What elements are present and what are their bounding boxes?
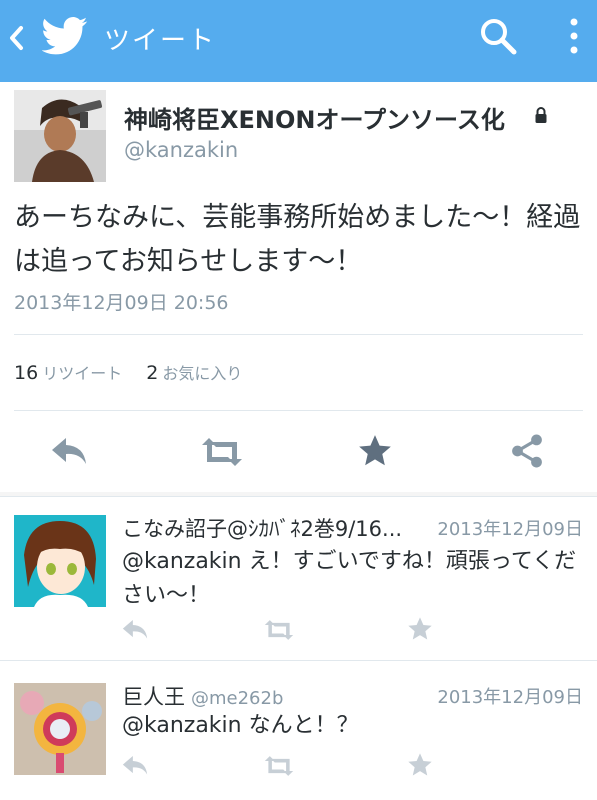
tweet-timestamp: 2013年12月09日 20:56	[14, 292, 229, 314]
reply-date: 2013年12月09日	[437, 519, 583, 540]
author-handle[interactable]: @kanzakin	[124, 138, 238, 162]
divider	[14, 410, 583, 411]
reply-author-name[interactable]: こなみ詔子@ｼｶﾊﾞﾈ2巻9/16...	[122, 513, 402, 543]
retweet-count[interactable]: 16	[14, 362, 38, 384]
reply-author-name-line: 巨人王 @me262b	[122, 681, 283, 711]
favorite-label[interactable]: お気に入り	[162, 364, 242, 383]
reply-icon[interactable]	[48, 434, 90, 470]
tweet-detail: 神崎将臣XENONオープンソース化 @kanzakin あーちなみに、芸能事務所…	[0, 82, 597, 492]
retweet-icon[interactable]	[198, 434, 246, 470]
page-title: ツイート	[104, 26, 217, 56]
reply-text: @kanzakin え！すごいですね！頑張ってください〜！	[122, 549, 577, 608]
author-name[interactable]: 神崎将臣XENONオープンソース化	[124, 100, 505, 135]
reply-tweet[interactable]: こなみ詔子@ｼｶﾊﾞﾈ2巻9/16... 2013年12月09日 @kanzak…	[0, 496, 597, 660]
twitter-bird-icon[interactable]	[42, 16, 88, 56]
reply-author-handle[interactable]: @me262b	[191, 688, 283, 709]
tweet-stats: 16 リツイート 2 お気に入り	[14, 360, 260, 384]
share-icon[interactable]	[508, 432, 546, 470]
chevron-left-icon[interactable]	[6, 20, 26, 56]
divider	[14, 334, 583, 335]
app-bar: ツイート	[0, 0, 597, 82]
favorite-count[interactable]: 2	[146, 362, 158, 384]
more-vertical-icon[interactable]	[560, 14, 588, 58]
retweet-icon[interactable]	[262, 617, 296, 643]
reply-text: @kanzakin なんと！？	[122, 713, 359, 738]
avatar[interactable]	[14, 90, 106, 182]
reply-icon[interactable]	[120, 617, 150, 643]
tweet-text: あーちなみに、芸能事務所始めました〜！経過は追ってお知らせします〜！	[14, 202, 581, 277]
retweet-label[interactable]: リツイート	[42, 364, 122, 383]
lock-icon	[535, 107, 547, 123]
reply-date: 2013年12月09日	[437, 687, 583, 708]
retweet-icon[interactable]	[262, 753, 296, 779]
favorite-star-icon[interactable]	[406, 615, 434, 643]
reply-author-name[interactable]: 巨人王	[122, 685, 185, 709]
reply-icon[interactable]	[120, 753, 150, 779]
search-icon[interactable]	[476, 14, 520, 58]
favorite-star-icon[interactable]	[356, 432, 394, 470]
avatar[interactable]	[14, 683, 106, 775]
avatar[interactable]	[14, 515, 106, 607]
reply-tweet[interactable]: 巨人王 @me262b 2013年12月09日 @kanzakin なんと！？	[0, 660, 597, 800]
favorite-star-icon[interactable]	[406, 751, 434, 779]
